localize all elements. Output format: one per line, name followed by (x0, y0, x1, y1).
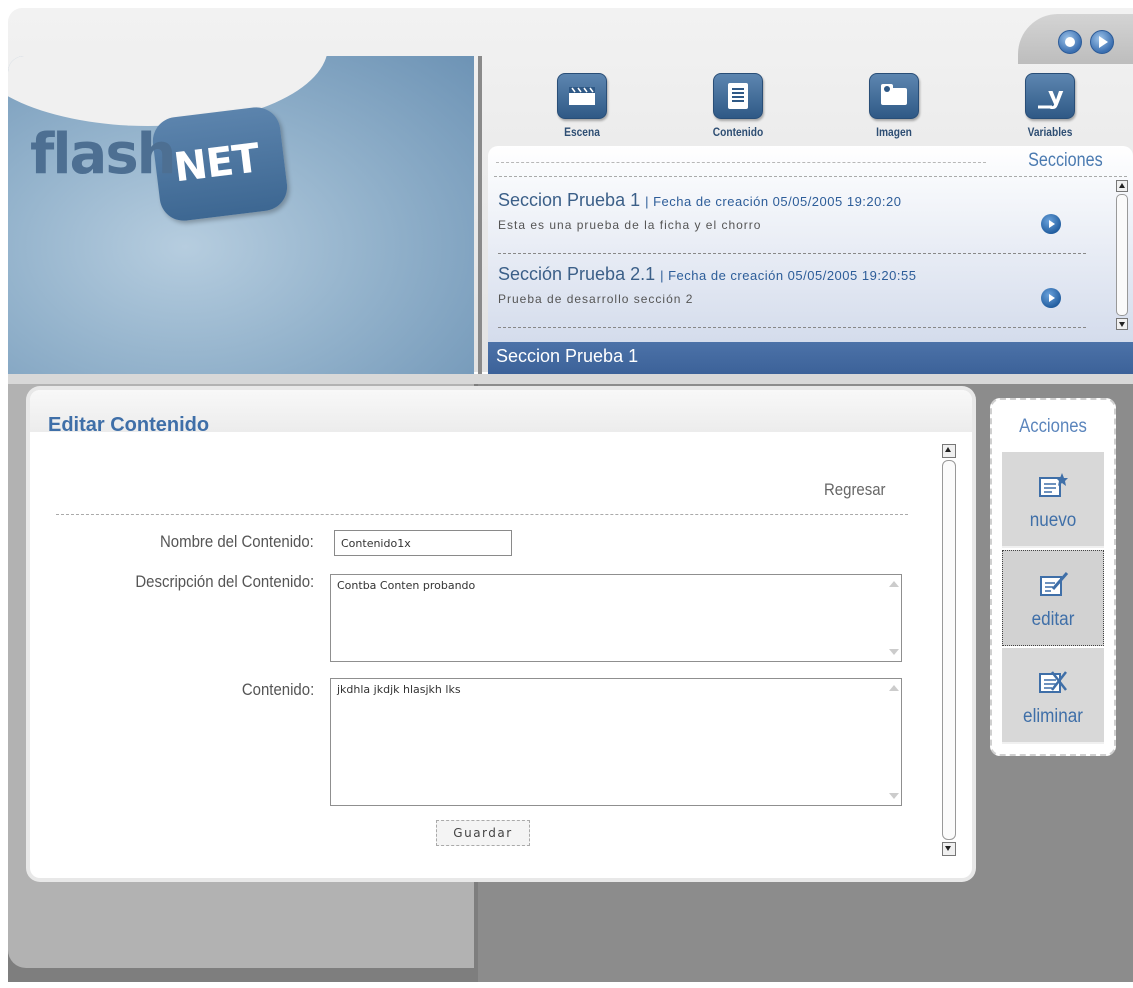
toolbar-imagen-button[interactable]: Imagen (846, 73, 942, 139)
arrow-right-icon[interactable] (1041, 288, 1061, 308)
edit-label: editar (1031, 609, 1075, 630)
section-date: | Fecha de creación 05/05/2005 19:20:20 (645, 194, 902, 209)
secciones-panel: Secciones Seccion Prueba 1 | Fecha de cr… (488, 146, 1133, 342)
nombre-input[interactable] (334, 530, 512, 556)
section-name: Sección Prueba 2.1 (498, 264, 656, 284)
secciones-title: Secciones (1028, 150, 1103, 171)
toolbar-label: Variables (1027, 125, 1073, 139)
delete-button[interactable]: eliminar (1002, 648, 1104, 744)
selected-section-label: Seccion Prueba 1 (496, 346, 639, 366)
descripcion-textarea[interactable]: Contba Conten probando (330, 574, 902, 662)
window-controls (1018, 14, 1133, 64)
clapperboard-icon (557, 73, 607, 119)
play-icon[interactable] (1090, 30, 1114, 54)
section-description: Prueba de desarrollo sección 2 (498, 292, 694, 306)
editor-panel: Editar Contenido Regresar Nombre del Con… (30, 390, 972, 878)
logo-panel: NET flash (8, 56, 474, 374)
editor-title: Editar Contenido (48, 414, 210, 436)
toolbar-label: Imagen (876, 125, 912, 139)
descripcion-label: Descripción del Contenido: (135, 572, 314, 591)
variable-icon: y (1025, 73, 1075, 119)
delete-icon (1038, 668, 1068, 696)
image-icon (869, 73, 919, 119)
new-label: nuevo (1029, 510, 1077, 531)
divider (478, 56, 482, 374)
scroll-up-icon[interactable] (1116, 180, 1128, 192)
toolbar-contenido-button[interactable]: Contenido (690, 73, 786, 139)
logo-text: flash (30, 122, 177, 187)
textarea-scrollbar[interactable] (889, 579, 899, 657)
circle-icon[interactable] (1058, 30, 1082, 54)
secciones-scrollbar[interactable] (1116, 180, 1128, 334)
document-icon (713, 73, 763, 119)
editor-scrollbar[interactable] (942, 444, 956, 862)
acciones-panel: Acciones nuevo editar eliminar (990, 398, 1116, 756)
new-doc-icon (1038, 472, 1068, 500)
list-item[interactable]: Sección Prueba 2.1 | Fecha de creación 0… (498, 254, 1086, 328)
edit-icon (1039, 571, 1069, 599)
contenido-label: Contenido: (241, 680, 314, 699)
section-description: Esta es una prueba de la ficha y el chor… (498, 218, 762, 232)
selected-section-bar: Seccion Prueba 1 (488, 342, 1133, 374)
edit-button[interactable]: editar (1002, 550, 1104, 646)
toolbar-escena-button[interactable]: Escena (534, 73, 630, 139)
scroll-up-icon[interactable] (942, 444, 956, 458)
section-name: Seccion Prueba 1 (498, 190, 641, 210)
new-button[interactable]: nuevo (1002, 452, 1104, 548)
arrow-right-icon[interactable] (1041, 214, 1061, 234)
back-link[interactable]: Regresar (824, 480, 886, 500)
toolbar-variables-button[interactable]: y Variables (1002, 73, 1098, 139)
delete-label: eliminar (1023, 706, 1083, 727)
scroll-down-icon[interactable] (1116, 318, 1128, 330)
contenido-textarea[interactable]: jkdhla jkdjk hlasjkh lks (330, 678, 902, 806)
list-item[interactable]: Seccion Prueba 1 | Fecha de creación 05/… (498, 180, 1086, 254)
scroll-down-icon[interactable] (942, 842, 956, 856)
toolbar-label: Contenido (712, 125, 764, 139)
section-date: | Fecha de creación 05/05/2005 19:20:55 (660, 268, 917, 283)
save-button[interactable]: Guardar (436, 820, 530, 846)
nombre-label: Nombre del Contenido: (160, 532, 314, 551)
acciones-title: Acciones (1019, 416, 1087, 437)
toolbar-label: Escena (564, 125, 600, 139)
textarea-scrollbar[interactable] (889, 683, 899, 801)
